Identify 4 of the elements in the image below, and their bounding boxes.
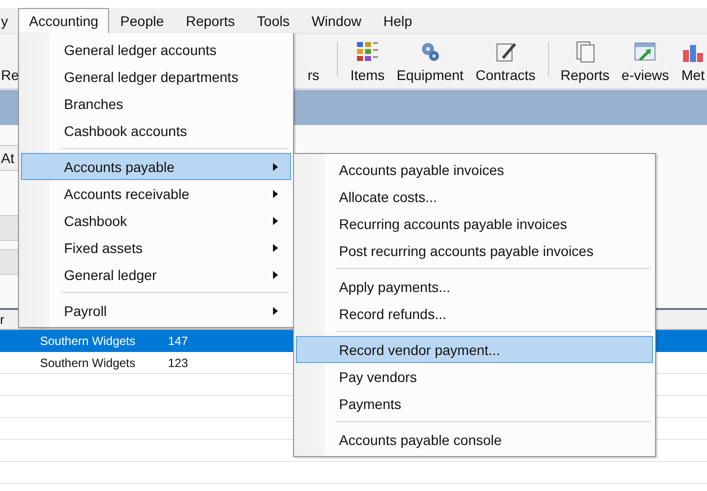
table-cell-text: Southern Widgets [40, 356, 136, 370]
table-cell-text: Southern Widgets [40, 334, 136, 348]
table-cell: 123 [168, 356, 188, 370]
table-cell: 147 [168, 334, 188, 348]
